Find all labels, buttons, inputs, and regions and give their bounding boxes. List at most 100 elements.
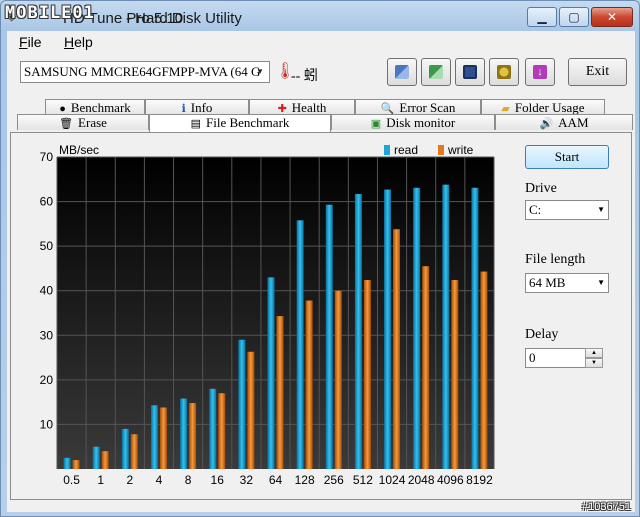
bar-read bbox=[150, 405, 158, 469]
download-arrow-icon: ↓ bbox=[533, 65, 547, 79]
file-benchmark-panel: 10 20 30 40 50 60 70 MB/sec 0.5 1 2 4 8 16 32 64 128 256 5… bbox=[10, 132, 632, 500]
y-tick-label: 60 bbox=[40, 195, 54, 209]
chevron-up-icon: ▲ bbox=[591, 350, 597, 356]
chevron-down-icon: ▼ bbox=[591, 360, 597, 366]
bar-write bbox=[159, 407, 167, 469]
copy-text-button[interactable] bbox=[421, 58, 451, 86]
drive-combo-value: C: bbox=[529, 202, 542, 217]
bar-write bbox=[334, 290, 342, 469]
wrench-icon bbox=[497, 65, 511, 79]
tab-health-label: Health bbox=[291, 100, 327, 115]
tab-benchmark-label: Benchmark bbox=[70, 100, 131, 115]
tab-folder-usage[interactable]: ▰ Folder Usage bbox=[481, 99, 605, 115]
bar-write bbox=[480, 271, 488, 469]
floppy-disk-icon bbox=[463, 65, 477, 79]
close-button[interactable]: ✕ bbox=[591, 7, 633, 27]
x-tick-label: 2048 bbox=[408, 473, 435, 487]
watermark-logo: MOBILE01 bbox=[5, 3, 95, 23]
tab-erase[interactable]: 🗑 Erase bbox=[17, 114, 149, 130]
client-area: File Help SAMSUNG MMCRE64GFMPP-MVA (64 G… bbox=[7, 31, 635, 512]
tab-benchmark[interactable]: ● Benchmark bbox=[45, 99, 145, 115]
y-tick-label: 70 bbox=[40, 150, 54, 164]
drive-combo[interactable]: C: ▼ bbox=[525, 200, 609, 220]
spin-down-button[interactable]: ▼ bbox=[585, 358, 603, 368]
bar-write bbox=[363, 280, 371, 469]
spin-up-button[interactable]: ▲ bbox=[585, 348, 603, 358]
save-button[interactable] bbox=[455, 58, 485, 86]
x-tick-label: 1 bbox=[97, 473, 104, 487]
menu-file[interactable]: File bbox=[19, 34, 42, 50]
options-button[interactable] bbox=[489, 58, 519, 86]
exit-button[interactable]: Exit bbox=[568, 58, 627, 86]
tab-aam-label: AAM bbox=[558, 115, 589, 130]
maximize-button[interactable]: ▢ bbox=[559, 7, 589, 27]
menu-bar: File Help bbox=[7, 31, 635, 53]
bar-read bbox=[267, 277, 275, 469]
bar-read bbox=[121, 428, 129, 469]
download-button[interactable]: ↓ bbox=[525, 58, 555, 86]
copy-info-button[interactable] bbox=[387, 58, 417, 86]
y-tick-label: 50 bbox=[40, 239, 54, 253]
bar-read bbox=[325, 204, 333, 469]
tab-error-scan-label: Error Scan bbox=[399, 100, 456, 115]
tab-info[interactable]: ℹ Info bbox=[145, 99, 249, 115]
tab-aam[interactable]: 🔊 AAM bbox=[495, 114, 633, 130]
start-button[interactable]: Start bbox=[525, 145, 609, 169]
bar-write bbox=[451, 280, 459, 469]
bar-read bbox=[471, 187, 479, 470]
drive-select-value: SAMSUNG MMCRE64GFMPP-MVA (64 G bbox=[24, 64, 261, 79]
x-tick-label: 16 bbox=[211, 473, 225, 487]
menu-help[interactable]: Help bbox=[64, 34, 93, 50]
toolbar: SAMSUNG MMCRE64GFMPP-MVA (64 G ▼ 🌡 -- 蚓 … bbox=[7, 53, 635, 95]
x-tick-label: 2 bbox=[126, 473, 133, 487]
tab-file-benchmark-label: File Benchmark bbox=[206, 115, 290, 130]
bar-write bbox=[101, 451, 109, 469]
bar-read bbox=[442, 184, 450, 469]
bar-write bbox=[130, 434, 138, 469]
tab-error-scan[interactable]: 🔍 Error Scan bbox=[355, 99, 481, 115]
monitor-icon: ▣ bbox=[370, 118, 382, 130]
menu-help-label: elp bbox=[74, 34, 93, 50]
benchmark-controls: Start Drive C: ▼ File length 64 MB ▼ Del… bbox=[521, 133, 631, 493]
window-title-text: Hard Disk Utility bbox=[135, 10, 242, 27]
temperature-readout: -- 蚓 bbox=[291, 69, 318, 84]
legend-swatch-read bbox=[384, 145, 390, 155]
x-tick-label: 256 bbox=[324, 473, 344, 487]
y-tick-label: 40 bbox=[40, 284, 54, 298]
legend-swatch-write bbox=[438, 145, 444, 155]
minimize-button[interactable]: ▁ bbox=[527, 7, 557, 27]
bar-read bbox=[209, 388, 217, 469]
tab-disk-monitor-label: Disk monitor bbox=[386, 115, 456, 130]
drive-label: Drive bbox=[525, 181, 557, 196]
benchmark-chart-svg: 10 20 30 40 50 60 70 MB/sec 0.5 1 2 4 8 16 32 64 128 256 5… bbox=[40, 143, 495, 487]
file-benchmark-icon: ▤ bbox=[190, 118, 201, 130]
chevron-down-icon: ▼ bbox=[597, 278, 605, 287]
bar-write bbox=[276, 316, 284, 469]
chevron-down-icon: ▼ bbox=[597, 205, 605, 214]
close-icon: ✕ bbox=[606, 10, 618, 24]
menu-file-accel: F bbox=[19, 34, 28, 50]
file-length-combo[interactable]: 64 MB ▼ bbox=[525, 273, 609, 293]
clipboard-icon bbox=[429, 65, 443, 79]
bar-read bbox=[384, 189, 392, 469]
file-length-label: File length bbox=[525, 252, 586, 267]
tab-file-benchmark[interactable]: ▤ File Benchmark bbox=[149, 114, 331, 132]
drive-select[interactable]: SAMSUNG MMCRE64GFMPP-MVA (64 G ▼ bbox=[20, 61, 270, 83]
bar-read bbox=[180, 398, 188, 469]
bar-write bbox=[72, 460, 80, 469]
bar-read bbox=[354, 193, 362, 469]
tab-health[interactable]: ✚ Health bbox=[249, 99, 355, 115]
x-tick-label: 8192 bbox=[466, 473, 493, 487]
menu-help-accel: H bbox=[64, 34, 75, 50]
trash-icon: 🗑 bbox=[59, 118, 74, 130]
delay-label: Delay bbox=[525, 327, 559, 342]
tab-disk-monitor[interactable]: ▣ Disk monitor bbox=[331, 114, 495, 130]
legend-label-read: read bbox=[394, 143, 418, 157]
tab-strip: ● Benchmark ℹ Info ✚ Health 🔍 Error Scan ▰ Fo… bbox=[7, 99, 635, 133]
bar-read bbox=[238, 339, 246, 469]
legend-label-write: write bbox=[447, 143, 474, 157]
x-tick-label: 32 bbox=[240, 473, 254, 487]
copy-icon bbox=[395, 65, 409, 79]
x-tick-label: 4 bbox=[156, 473, 163, 487]
y-tick-label: 20 bbox=[40, 373, 54, 387]
